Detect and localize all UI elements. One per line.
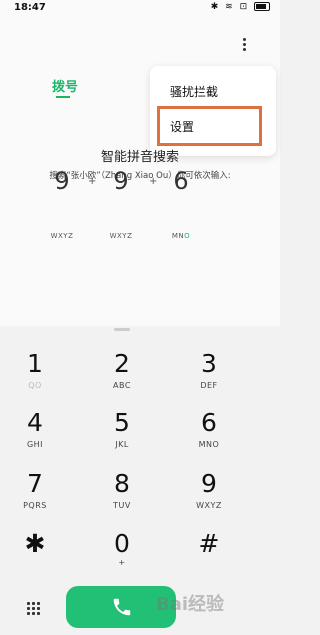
keypad-drag-handle[interactable] — [114, 328, 130, 331]
key-letters: TUV — [113, 501, 131, 510]
key-digit: 6 — [201, 408, 217, 437]
key-star[interactable]: ✱ — [0, 530, 70, 586]
key-1[interactable]: 1 QO — [0, 350, 70, 406]
key-digit: 0 — [114, 529, 130, 558]
status-icon-glyphs: ✱ ≋ ⊡ — [210, 2, 250, 12]
key-2[interactable]: 2 ABC — [87, 350, 157, 406]
hint-title: 智能拼音搜索 — [100, 150, 179, 165]
status-icons: ✱ ≋ ⊡ — [211, 2, 270, 12]
example-letters-1: WXYZ — [50, 232, 74, 240]
key-7[interactable]: 7 PQRS — [0, 470, 70, 526]
key-digit: 3 — [201, 349, 217, 378]
example-plus-2: + — [149, 176, 158, 187]
key-0[interactable]: 0 + — [87, 530, 157, 586]
phone-icon — [113, 598, 131, 616]
key-digit: 1 — [27, 349, 43, 378]
key-letters: WXYZ — [196, 501, 222, 510]
key-digit: 7 — [27, 469, 43, 498]
key-digit: # — [198, 529, 220, 558]
key-4[interactable]: 4 GHI — [0, 409, 70, 465]
key-letters: MNO — [198, 440, 220, 449]
key-3[interactable]: 3 DEF — [174, 350, 244, 406]
example-digit-2: 9 — [113, 167, 129, 195]
status-time: 18:47 — [14, 2, 46, 13]
key-letters: JKL — [115, 440, 129, 449]
key-digit: 4 — [27, 408, 43, 437]
key-hash[interactable]: # — [174, 530, 244, 586]
key-6[interactable]: 6 MNO — [174, 409, 244, 465]
key-8[interactable]: 8 TUV — [87, 470, 157, 526]
key-letters: DEF — [200, 381, 218, 390]
tab-dial[interactable]: 拨号 — [52, 76, 78, 95]
bottom-bar — [0, 580, 280, 635]
key-digit: 9 — [201, 469, 217, 498]
status-bar: 18:47 ✱ ≋ ⊡ — [0, 0, 280, 16]
example-letters-2: WXYZ — [109, 232, 133, 240]
key-digit: 2 — [114, 349, 130, 378]
key-letters: PQRS — [23, 501, 47, 510]
battery-icon — [254, 2, 270, 11]
key-letters: QO — [28, 381, 42, 390]
key-digit: 5 — [114, 408, 130, 437]
key-5[interactable]: 5 JKL — [87, 409, 157, 465]
key-letters: GHI — [26, 440, 44, 449]
key-digit: 8 — [114, 469, 130, 498]
example-digit-1: 9 — [54, 167, 70, 195]
dialpad-toggle-icon[interactable] — [27, 602, 41, 616]
example-digit-3: 6 — [173, 167, 189, 195]
key-letters: ABC — [113, 381, 131, 390]
example-letters-3-highlight: O — [184, 232, 191, 240]
menu-item-spam-block[interactable]: 骚扰拦截 — [170, 83, 218, 100]
tab-dial-indicator — [56, 96, 70, 98]
settings-highlight-box — [157, 106, 262, 146]
example-letters-3: MNO — [161, 232, 201, 240]
key-digit: ✱ — [24, 529, 46, 558]
example-plus-1: + — [88, 176, 97, 187]
more-options-icon[interactable] — [240, 36, 248, 54]
example-letters-3-base: MN — [171, 232, 185, 240]
watermark: Bai经验 — [156, 594, 225, 615]
key-9[interactable]: 9 WXYZ — [174, 470, 244, 526]
key-letters: + — [118, 558, 126, 567]
